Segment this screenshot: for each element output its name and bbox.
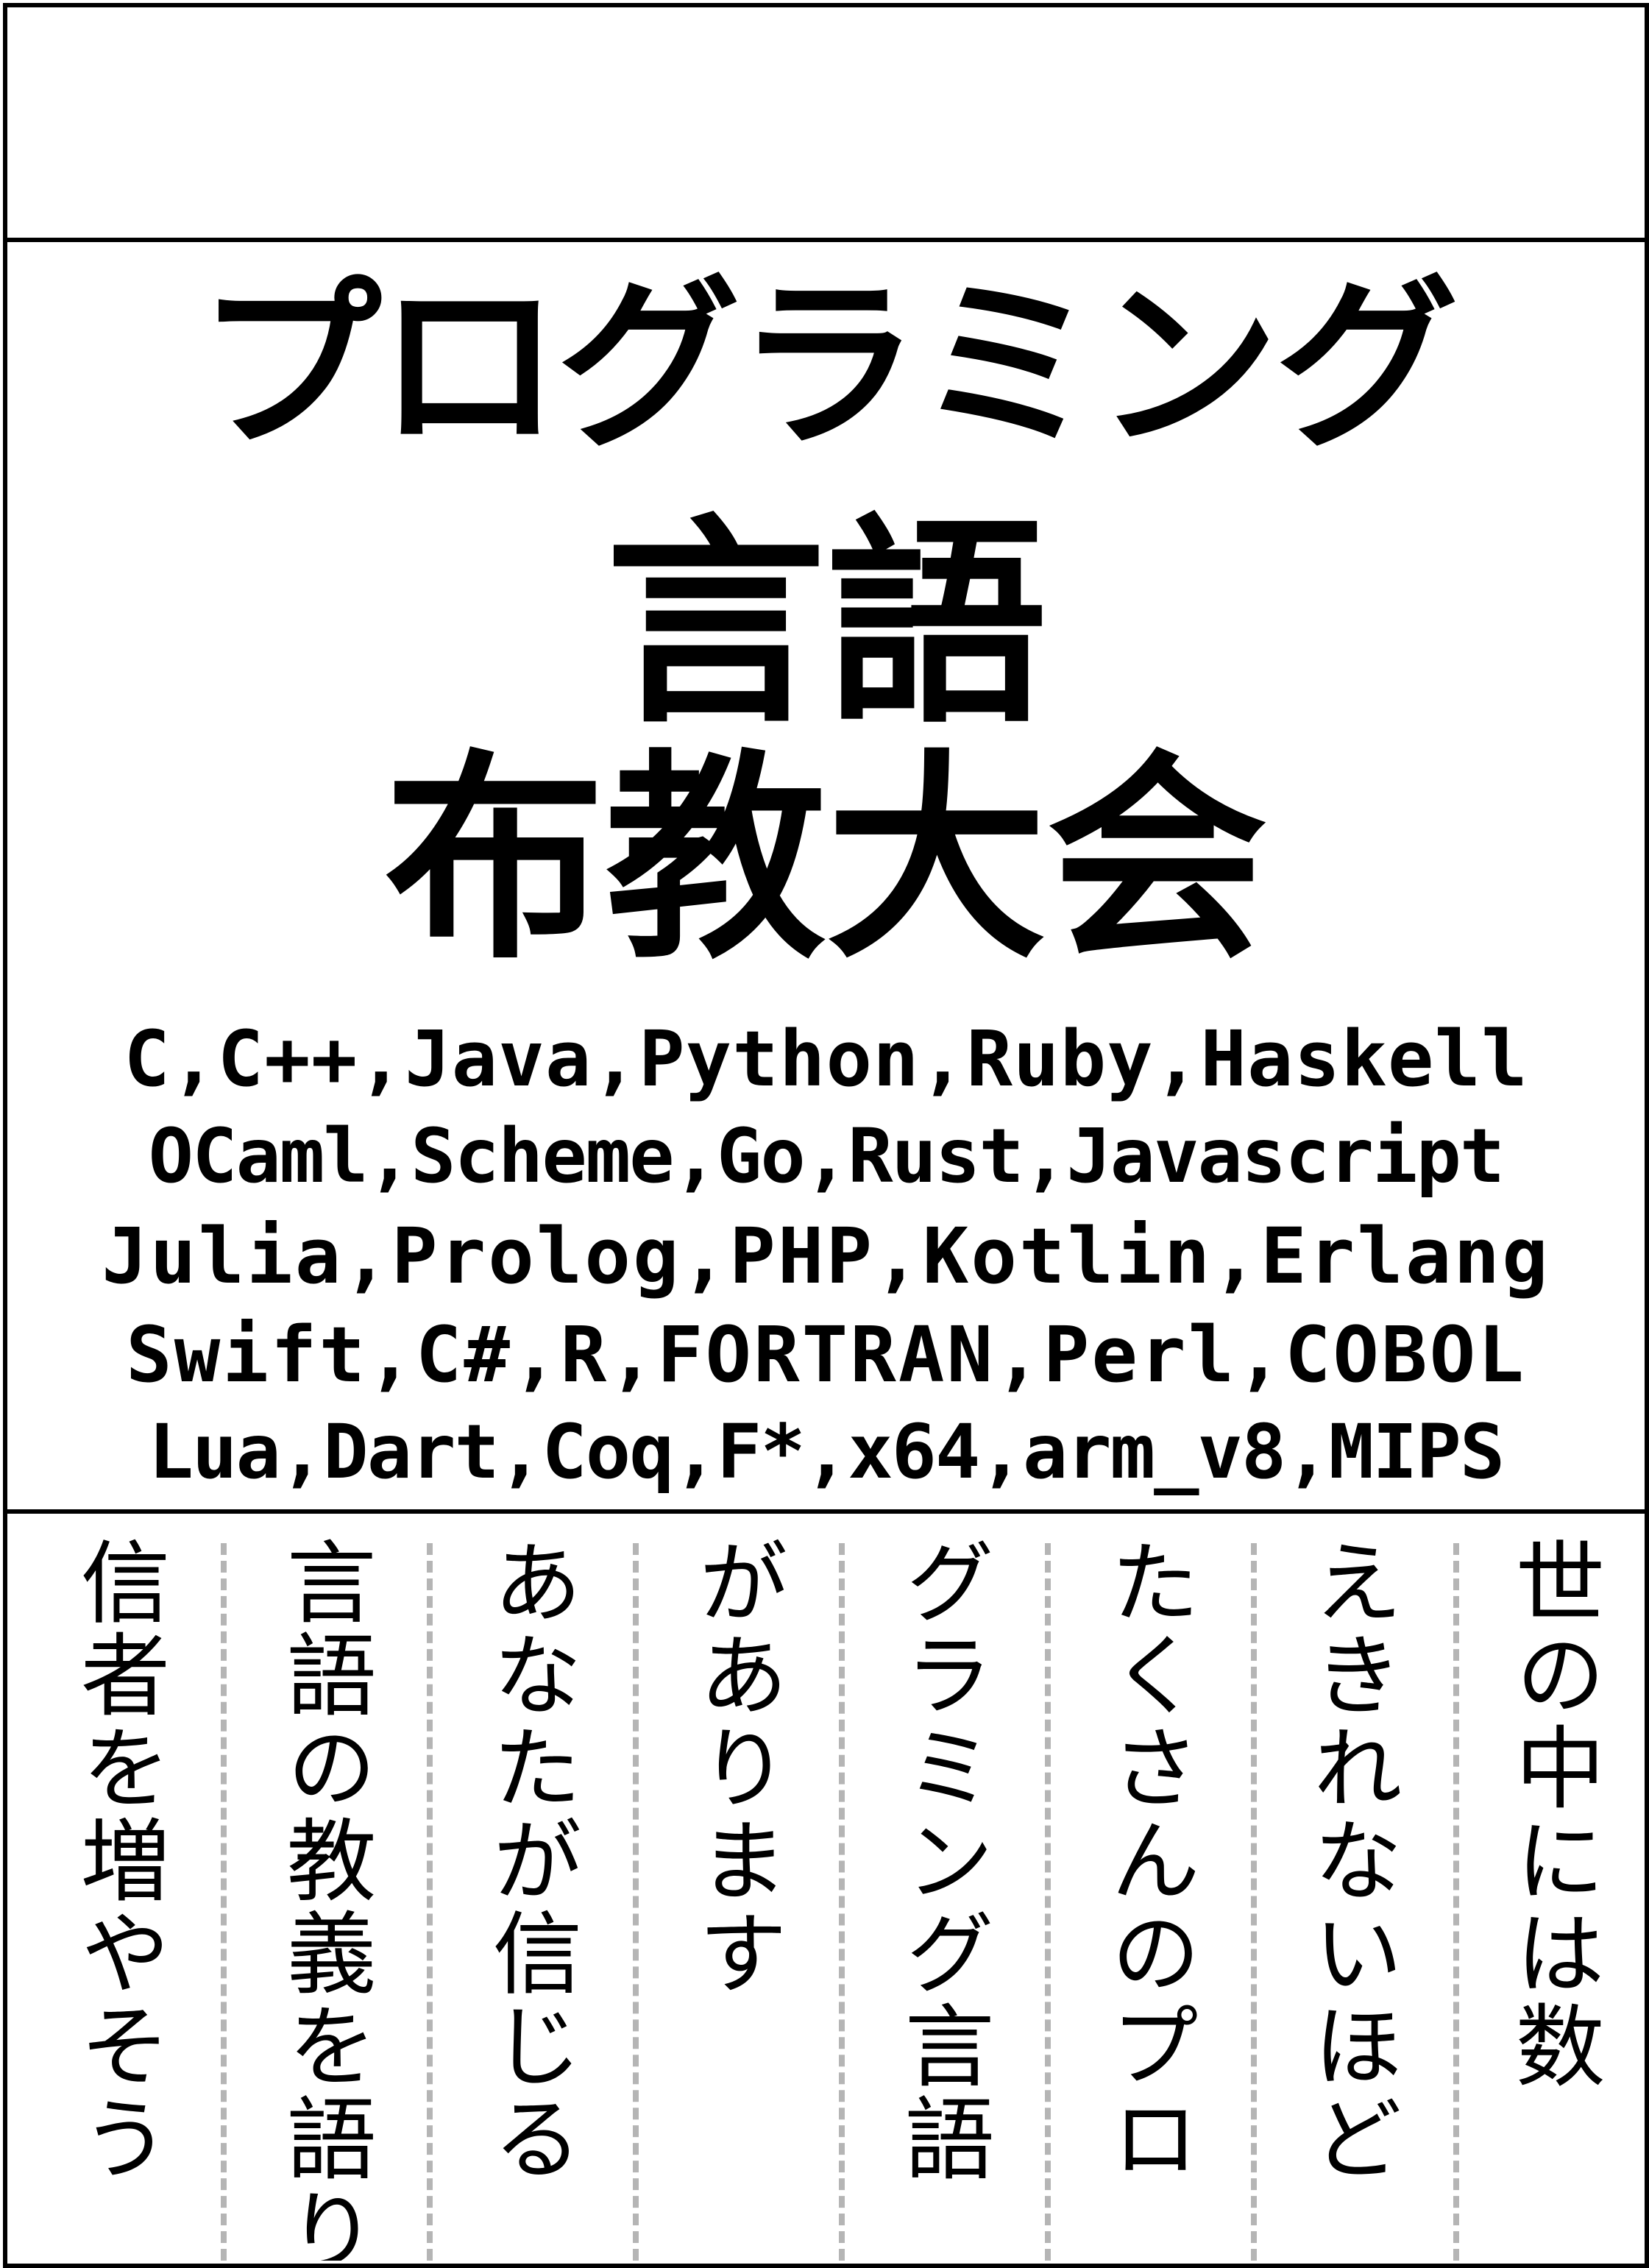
vertical-text-column-8: 信者を増やそう (65, 1536, 170, 2185)
vertical-text-column-3: たくさんのプロ (1096, 1536, 1200, 2185)
column-separator (1045, 1543, 1051, 2261)
language-list-line: OCaml,Scheme,Go,Rust,Javascript (148, 1113, 1506, 1200)
vertical-text-column-1: 世の中には数 (1500, 1536, 1605, 2092)
column-separator (1453, 1543, 1459, 2261)
language-list-line: Julia,Prolog,PHP,Kotlin,Erlang (102, 1211, 1550, 1301)
vertical-text-column-4: グラミング言語 (890, 1536, 994, 2185)
vertical-text-column-7: 言語の教義を語り (272, 1536, 376, 2261)
title-line-2: 言語 (605, 496, 1047, 753)
vertical-text-section: 世の中には数 えきれないほど たくさんのプロ グラミング言語 があります あなた… (7, 1514, 1645, 2264)
column-separator (1251, 1543, 1257, 2261)
language-list-line: Lua,Dart,Coq,F*,x64,arm_v8,MIPS (148, 1408, 1506, 1496)
vertical-text-column-6: あなたが信じる (478, 1536, 582, 2185)
column-separator (839, 1543, 845, 2261)
title-line-3: 布教大会 (384, 731, 1268, 988)
column-separator (427, 1543, 433, 2261)
vertical-text-column-2: えきれないほど (1298, 1536, 1402, 2185)
title-line-1: プログラミング (197, 259, 1459, 473)
page-frame: プログラミング 言語 布教大会 C,C++,Java,Python,Ruby,H… (3, 3, 1649, 2268)
title-section: プログラミング 言語 布教大会 C,C++,Java,Python,Ruby,H… (7, 242, 1645, 1514)
vertical-text-column-5: があります (684, 1536, 788, 1999)
column-separator (633, 1543, 639, 2261)
column-separator (221, 1543, 227, 2261)
language-list-line: C,C++,Java,Python,Ruby,Haskell (124, 1014, 1528, 1104)
header-blank-box (7, 7, 1645, 242)
language-list-line: Swift,C#,R,FORTRAN,Perl,COBOL (126, 1310, 1526, 1400)
